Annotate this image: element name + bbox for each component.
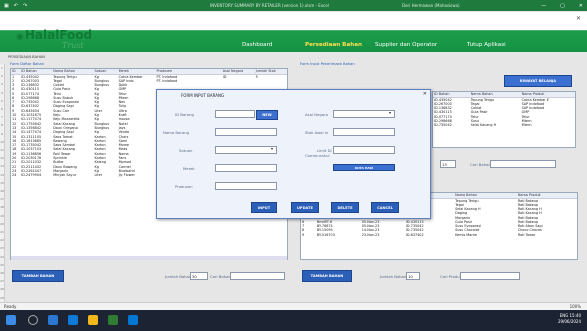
- riwayat-belanja-button[interactable]: RIWAYAT BELANJA: [504, 75, 572, 87]
- update-button[interactable]: UPDATE: [291, 202, 319, 213]
- merek-label: Merek: [183, 166, 195, 171]
- nav-tutup-aplikasi[interactable]: Tutup Aplikasi: [467, 42, 506, 48]
- produsen-input[interactable]: [215, 182, 277, 190]
- riwayat-table-cell: 9: [302, 232, 305, 237]
- daftar-bahan-table-cell: Jly Flower: [118, 173, 135, 178]
- nav-supplier-operator[interactable]: Supplier dan Operator: [375, 42, 437, 48]
- title-bar: ▣ ↶ ↷ INVENTORY SUMMARY BY RETAILER (ver…: [0, 0, 587, 11]
- penerimaan-top-table-cell: ID-735042: [434, 123, 452, 128]
- riwayat-table-cell: 23-Nov-23: [361, 232, 380, 237]
- minimize-icon[interactable]: —: [541, 3, 546, 9]
- undo-icon[interactable]: ↶: [14, 3, 18, 9]
- close-icon[interactable]: ✕: [579, 3, 583, 9]
- id-barang-label-text: ID Barang: [175, 112, 194, 117]
- section-title: PERSEDIAAN BAHAN: [8, 55, 45, 59]
- right-jumlah-bahan-label: Jumlah Bahan: [380, 274, 407, 279]
- nama-barang-label: Nama Barang: [163, 130, 190, 135]
- cancel-button[interactable]: CANCEL: [371, 202, 399, 213]
- form-input-barang-dialog: FORM INPUT BARANG ✕ ID Barang NEW Nama B…: [156, 89, 431, 219]
- save-icon[interactable]: ▣: [4, 3, 9, 9]
- riwayat-table-cell: BY-516703: [316, 232, 335, 237]
- daftar-bahan-table-cell: 24: [12, 173, 17, 178]
- jumlah-bahan-label: Jumlah Bahan: [165, 274, 192, 279]
- limit-input[interactable]: [333, 146, 395, 154]
- brand-logo: ◉HalalFood: [16, 28, 92, 42]
- delete-button[interactable]: DELETE: [331, 202, 359, 213]
- riwayat-table-cell: ID-637402: [405, 232, 424, 237]
- daftar-bahan-table-cell: Minyak Sayur: [53, 173, 77, 178]
- maximize-icon[interactable]: ▢: [560, 3, 565, 9]
- id-barang-input[interactable]: [215, 110, 255, 118]
- right-cari-bahan-label: Cari Bahan: [470, 162, 491, 167]
- nama-barang-input[interactable]: [215, 128, 277, 136]
- input-button[interactable]: INPUT: [251, 202, 277, 213]
- search-icon[interactable]: [28, 315, 38, 325]
- new-button[interactable]: NEW: [256, 110, 278, 120]
- edge-icon[interactable]: [68, 315, 78, 325]
- system-tray: ENG 15:40 29/06/2024: [558, 313, 581, 325]
- daftar-bahan-table-cell: Liter: [94, 173, 103, 178]
- cari-bahan-label: Cari Bahan: [210, 274, 231, 279]
- redo-icon[interactable]: ↷: [23, 3, 27, 9]
- produsen-label: Produsen: [175, 184, 193, 189]
- window-title: INVENTORY SUMMARY BY RETAILER (version 1…: [210, 3, 329, 8]
- word-icon[interactable]: [128, 315, 138, 325]
- merek-input[interactable]: [215, 164, 277, 172]
- ready-status: Ready: [4, 304, 17, 309]
- brand-name: HalalFood: [24, 28, 93, 42]
- riwayat-table-cell: Roti Tawar: [517, 232, 536, 237]
- satuan-select[interactable]: [215, 146, 277, 154]
- commurahul-label: Commurahul: [305, 153, 330, 158]
- brand-tagline: Trust: [62, 41, 84, 50]
- tambah-bahan-button[interactable]: TAMBAH BAHAN: [12, 270, 64, 282]
- asal-negara-select[interactable]: [333, 110, 395, 118]
- riwayat-table-cell: Kemis Mante: [455, 232, 477, 237]
- satuan-dropdown-icon[interactable]: ▾: [271, 146, 273, 151]
- dialog-title: FORM INPUT BARANG: [181, 93, 225, 98]
- asal-negara-label: Asal Negara: [305, 112, 328, 117]
- app-close-icon[interactable]: ✕: [576, 15, 581, 22]
- right-cari-bahan-input[interactable]: [490, 160, 556, 168]
- cari-bahan-input[interactable]: [230, 272, 285, 280]
- status-bar: Ready 100%: [0, 302, 587, 310]
- excel-icon[interactable]: [108, 315, 118, 325]
- penerimaan-top-table-row[interactable]: ID-735042 Selai Kacang H Mtern: [433, 123, 575, 127]
- right-jumlah-bahan-value: 10: [406, 272, 420, 280]
- kota-hari-button[interactable]: KOTA HARI: [333, 164, 395, 171]
- window-controls: — ▢ ✕: [541, 3, 583, 9]
- stok-awal-label: Stok Awal In: [305, 130, 329, 135]
- clock-time: 15:40: [569, 313, 581, 318]
- cari-produk-label: Cari Produk: [440, 274, 462, 279]
- zoom-level[interactable]: 100%: [570, 304, 581, 309]
- task-view-icon[interactable]: [48, 315, 58, 325]
- windows-start-icon[interactable]: [6, 315, 16, 325]
- penerimaan-top-grid: ID Bahan Nama Bahan Nama Produk ID-435042 T…: [433, 92, 575, 127]
- daftar-bahan-table-cell: ID-2479904: [21, 173, 42, 178]
- quick-access-toolbar: ▣ ↶ ↷: [4, 3, 74, 9]
- asal-negara-dropdown-icon[interactable]: ▾: [389, 110, 391, 115]
- penerimaan-count-value: 13: [440, 160, 456, 168]
- user-name: Deri Hermawan (Mahasiswa): [402, 3, 460, 8]
- windows-taskbar: ENG 15:40 29/06/2024: [0, 310, 587, 331]
- language-indicator[interactable]: ENG: [560, 313, 569, 318]
- penerimaan-top-table-cell: Mtern: [521, 123, 532, 128]
- nav-persediaan-bahan[interactable]: Persediaan Bahan: [305, 42, 362, 48]
- dialog-close-icon[interactable]: ✕: [423, 91, 427, 97]
- left-form-subtitle: Form Daftar Bahan: [10, 62, 45, 66]
- location-pin-icon: ◉: [16, 32, 24, 42]
- penerimaan-top-table[interactable]: ID Bahan Nama Bahan Nama Produk ID-435042 T…: [432, 91, 576, 148]
- clock-date: 29/06/2024: [557, 319, 581, 324]
- right-tambah-bahan-button[interactable]: TAMBAH BAHAN: [302, 270, 352, 282]
- stok-awal-input[interactable]: [333, 128, 395, 136]
- right-form-subtitle: Form Input Penerimaan Bahan: [300, 62, 355, 66]
- file-explorer-icon[interactable]: [88, 315, 98, 325]
- row-headers: 1 2 3 4 5 6 7 8 9 10 11 12 13 14 15 16 17 18 19 20 21 22 23 24 2…: [0, 64, 5, 302]
- riwayat-table-row[interactable]: 9 BY-516703 23-Nov-23 ID-637402 Kemis Mante R…: [301, 233, 577, 237]
- nav-dashboard[interactable]: Dashboard: [242, 42, 272, 48]
- satuan-label: Satuan: [179, 148, 193, 153]
- jumlah-bahan-value: 30: [190, 272, 208, 280]
- cari-produk-input[interactable]: [460, 272, 520, 280]
- left-horizontal-scrollbar[interactable]: [11, 256, 287, 260]
- penerimaan-top-table-cell: Selai Kacang H: [470, 123, 497, 128]
